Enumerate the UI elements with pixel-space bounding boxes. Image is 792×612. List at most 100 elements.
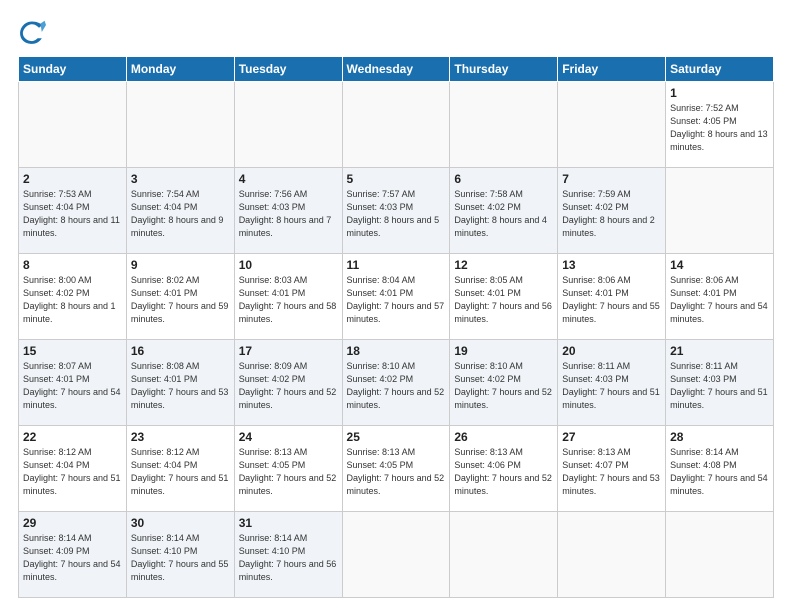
calendar-cell bbox=[342, 82, 450, 168]
calendar-cell: 21 Sunrise: 8:11 AMSunset: 4:03 PMDayligh… bbox=[666, 340, 774, 426]
day-info: Sunrise: 8:14 AMSunset: 4:10 PMDaylight:… bbox=[131, 532, 230, 584]
day-number: 5 bbox=[347, 172, 446, 186]
day-number: 12 bbox=[454, 258, 553, 272]
calendar-day-header: Saturday bbox=[666, 57, 774, 82]
calendar-day-header: Monday bbox=[126, 57, 234, 82]
day-info: Sunrise: 8:12 AMSunset: 4:04 PMDaylight:… bbox=[131, 446, 230, 498]
day-info: Sunrise: 8:04 AMSunset: 4:01 PMDaylight:… bbox=[347, 274, 446, 326]
day-info: Sunrise: 8:12 AMSunset: 4:04 PMDaylight:… bbox=[23, 446, 122, 498]
day-info: Sunrise: 8:13 AMSunset: 4:05 PMDaylight:… bbox=[239, 446, 338, 498]
calendar-day-header: Sunday bbox=[19, 57, 127, 82]
calendar-cell: 28Sunrise: 8:14 AMSunset: 4:08 PMDayligh… bbox=[666, 426, 774, 512]
day-info: Sunrise: 8:11 AMSunset: 4:03 PMDaylight:… bbox=[562, 360, 661, 412]
calendar-week-row: 15 Sunrise: 8:07 AMSunset: 4:01 PMDayligh… bbox=[19, 340, 774, 426]
day-info: Sunrise: 7:59 AMSunset: 4:02 PMDaylight:… bbox=[562, 188, 661, 240]
calendar-cell bbox=[234, 82, 342, 168]
day-number: 3 bbox=[131, 172, 230, 186]
day-number: 17 bbox=[239, 344, 338, 358]
day-number: 4 bbox=[239, 172, 338, 186]
calendar-cell: 12 Sunrise: 8:05 AMSunset: 4:01 PMDayligh… bbox=[450, 254, 558, 340]
day-info: Sunrise: 8:09 AMSunset: 4:02 PMDaylight:… bbox=[239, 360, 338, 412]
calendar-cell: 22 Sunrise: 8:12 AMSunset: 4:04 PMDayligh… bbox=[19, 426, 127, 512]
day-info: Sunrise: 8:00 AMSunset: 4:02 PMDaylight:… bbox=[23, 274, 122, 326]
day-info: Sunrise: 8:03 AMSunset: 4:01 PMDaylight:… bbox=[239, 274, 338, 326]
logo-icon bbox=[18, 18, 46, 46]
day-number: 23 bbox=[131, 430, 230, 444]
day-number: 24 bbox=[239, 430, 338, 444]
day-number: 15 bbox=[23, 344, 122, 358]
day-number: 20 bbox=[562, 344, 661, 358]
day-number: 19 bbox=[454, 344, 553, 358]
calendar-cell: 27Sunrise: 8:13 AMSunset: 4:07 PMDayligh… bbox=[558, 426, 666, 512]
calendar-day-header: Tuesday bbox=[234, 57, 342, 82]
calendar-cell: 7 Sunrise: 7:59 AMSunset: 4:02 PMDaylight… bbox=[558, 168, 666, 254]
calendar-week-row: 2Sunrise: 7:53 AMSunset: 4:04 PMDaylight… bbox=[19, 168, 774, 254]
day-number: 18 bbox=[347, 344, 446, 358]
day-number: 7 bbox=[562, 172, 661, 186]
calendar-cell: 4 Sunrise: 7:56 AMSunset: 4:03 PMDaylight… bbox=[234, 168, 342, 254]
calendar-cell bbox=[450, 82, 558, 168]
day-info: Sunrise: 8:13 AMSunset: 4:05 PMDaylight:… bbox=[347, 446, 446, 498]
day-number: 22 bbox=[23, 430, 122, 444]
calendar-day-header: Friday bbox=[558, 57, 666, 82]
day-number: 16 bbox=[131, 344, 230, 358]
calendar-week-row: 29Sunrise: 8:14 AMSunset: 4:09 PMDayligh… bbox=[19, 512, 774, 598]
calendar-cell bbox=[558, 512, 666, 598]
calendar-table: SundayMondayTuesdayWednesdayThursdayFrid… bbox=[18, 56, 774, 598]
day-number: 26 bbox=[454, 430, 553, 444]
day-number: 31 bbox=[239, 516, 338, 530]
day-info: Sunrise: 7:54 AMSunset: 4:04 PMDaylight:… bbox=[131, 188, 230, 240]
day-number: 1 bbox=[670, 86, 769, 100]
calendar-cell: 20 Sunrise: 8:11 AMSunset: 4:03 PMDayligh… bbox=[558, 340, 666, 426]
calendar-cell bbox=[558, 82, 666, 168]
calendar-cell: 3 Sunrise: 7:54 AMSunset: 4:04 PMDaylight… bbox=[126, 168, 234, 254]
day-info: Sunrise: 8:11 AMSunset: 4:03 PMDaylight:… bbox=[670, 360, 769, 412]
calendar-cell: 23 Sunrise: 8:12 AMSunset: 4:04 PMDayligh… bbox=[126, 426, 234, 512]
day-info: Sunrise: 7:53 AMSunset: 4:04 PMDaylight:… bbox=[23, 188, 122, 240]
day-info: Sunrise: 8:10 AMSunset: 4:02 PMDaylight:… bbox=[347, 360, 446, 412]
day-number: 21 bbox=[670, 344, 769, 358]
calendar-cell bbox=[342, 512, 450, 598]
calendar-cell: 26 Sunrise: 8:13 AMSunset: 4:06 PMDayligh… bbox=[450, 426, 558, 512]
calendar-cell: 15 Sunrise: 8:07 AMSunset: 4:01 PMDayligh… bbox=[19, 340, 127, 426]
calendar-cell: 16 Sunrise: 8:08 AMSunset: 4:01 PMDayligh… bbox=[126, 340, 234, 426]
calendar-cell: 8 Sunrise: 8:00 AMSunset: 4:02 PMDaylight… bbox=[19, 254, 127, 340]
day-info: Sunrise: 7:56 AMSunset: 4:03 PMDaylight:… bbox=[239, 188, 338, 240]
calendar-cell bbox=[666, 168, 774, 254]
calendar-cell: 2Sunrise: 7:53 AMSunset: 4:04 PMDaylight… bbox=[19, 168, 127, 254]
day-info: Sunrise: 8:13 AMSunset: 4:07 PMDaylight:… bbox=[562, 446, 661, 498]
calendar-cell: 31Sunrise: 8:14 AMSunset: 4:10 PMDayligh… bbox=[234, 512, 342, 598]
day-info: Sunrise: 8:10 AMSunset: 4:02 PMDaylight:… bbox=[454, 360, 553, 412]
calendar-cell: 5 Sunrise: 7:57 AMSunset: 4:03 PMDaylight… bbox=[342, 168, 450, 254]
day-info: Sunrise: 7:58 AMSunset: 4:02 PMDaylight:… bbox=[454, 188, 553, 240]
day-number: 8 bbox=[23, 258, 122, 272]
calendar-day-header: Thursday bbox=[450, 57, 558, 82]
day-info: Sunrise: 8:05 AMSunset: 4:01 PMDaylight:… bbox=[454, 274, 553, 326]
day-number: 25 bbox=[347, 430, 446, 444]
day-info: Sunrise: 8:13 AMSunset: 4:06 PMDaylight:… bbox=[454, 446, 553, 498]
calendar-cell: 6 Sunrise: 7:58 AMSunset: 4:02 PMDaylight… bbox=[450, 168, 558, 254]
calendar-cell: 19 Sunrise: 8:10 AMSunset: 4:02 PMDayligh… bbox=[450, 340, 558, 426]
calendar-cell: 18 Sunrise: 8:10 AMSunset: 4:02 PMDayligh… bbox=[342, 340, 450, 426]
calendar-cell: 29Sunrise: 8:14 AMSunset: 4:09 PMDayligh… bbox=[19, 512, 127, 598]
day-info: Sunrise: 7:52 AMSunset: 4:05 PMDaylight:… bbox=[670, 102, 769, 154]
day-info: Sunrise: 7:57 AMSunset: 4:03 PMDaylight:… bbox=[347, 188, 446, 240]
calendar-cell bbox=[19, 82, 127, 168]
calendar-week-row: 8 Sunrise: 8:00 AMSunset: 4:02 PMDaylight… bbox=[19, 254, 774, 340]
calendar-header-row: SundayMondayTuesdayWednesdayThursdayFrid… bbox=[19, 57, 774, 82]
day-info: Sunrise: 8:14 AMSunset: 4:08 PMDaylight:… bbox=[670, 446, 769, 498]
calendar-week-row: 1 Sunrise: 7:52 AMSunset: 4:05 PMDaylight… bbox=[19, 82, 774, 168]
day-info: Sunrise: 8:02 AMSunset: 4:01 PMDaylight:… bbox=[131, 274, 230, 326]
calendar-cell: 30 Sunrise: 8:14 AMSunset: 4:10 PMDayligh… bbox=[126, 512, 234, 598]
day-number: 30 bbox=[131, 516, 230, 530]
calendar-cell: 17 Sunrise: 8:09 AMSunset: 4:02 PMDayligh… bbox=[234, 340, 342, 426]
day-info: Sunrise: 8:08 AMSunset: 4:01 PMDaylight:… bbox=[131, 360, 230, 412]
calendar-day-header: Wednesday bbox=[342, 57, 450, 82]
day-number: 6 bbox=[454, 172, 553, 186]
calendar-cell bbox=[450, 512, 558, 598]
day-info: Sunrise: 8:07 AMSunset: 4:01 PMDaylight:… bbox=[23, 360, 122, 412]
calendar-cell: 11Sunrise: 8:04 AMSunset: 4:01 PMDayligh… bbox=[342, 254, 450, 340]
day-info: Sunrise: 8:14 AMSunset: 4:09 PMDaylight:… bbox=[23, 532, 122, 584]
day-number: 9 bbox=[131, 258, 230, 272]
day-number: 13 bbox=[562, 258, 661, 272]
